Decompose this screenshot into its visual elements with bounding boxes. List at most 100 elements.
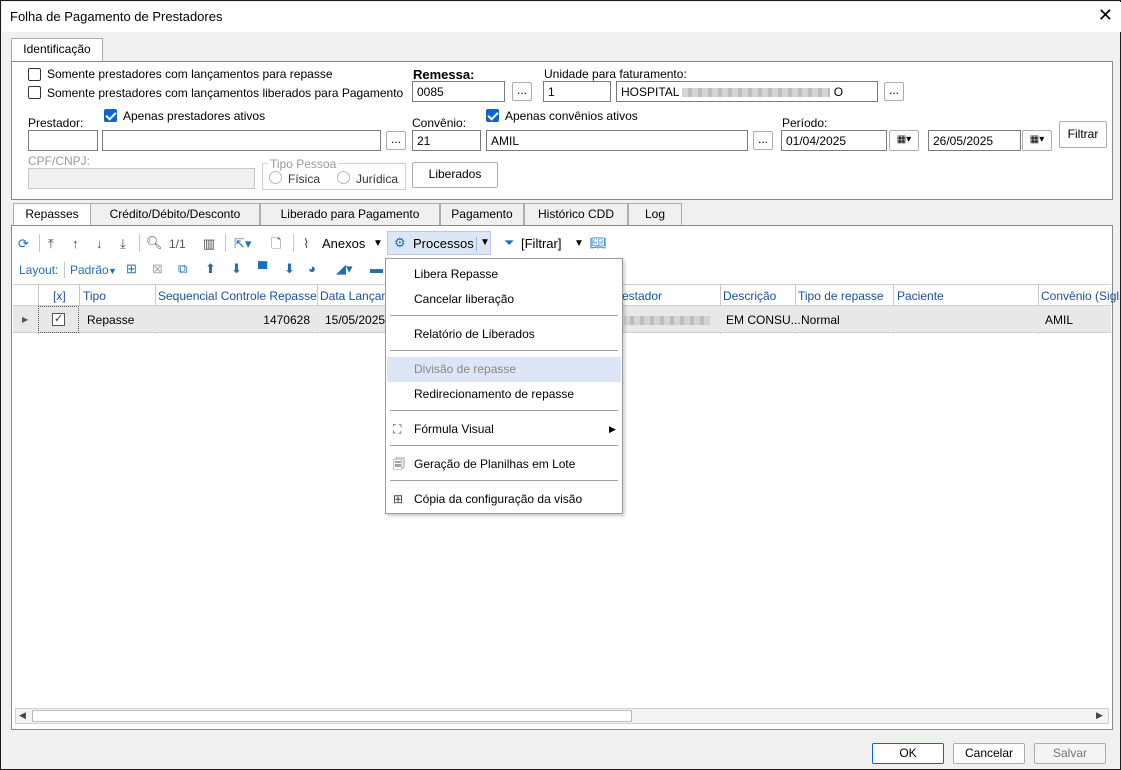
- scroll-left-icon[interactable]: ◀: [19, 710, 26, 721]
- book-icon[interactable]: 📖︎: [590, 235, 607, 251]
- edit-layout-icon[interactable]: ⧉: [178, 261, 187, 277]
- export-icon[interactable]: ⇱▾: [234, 236, 251, 252]
- remessa-input[interactable]: 0085: [412, 81, 505, 102]
- chevron-down-icon[interactable]: ▼: [476, 237, 490, 251]
- unidade-name-input[interactable]: HOSPITAL O: [616, 81, 878, 102]
- convenio-lookup-button[interactable]: ...: [753, 131, 773, 150]
- menu-item-copia-configuracao[interactable]: ⊞ Cópia da configuração da visão: [386, 487, 622, 512]
- menu-item-divisao-repasse[interactable]: Divisão de repasse: [387, 357, 621, 382]
- tab-log[interactable]: Log: [628, 203, 682, 225]
- document-icon[interactable]: 🗋: [271, 236, 281, 252]
- prestador-code-input[interactable]: [28, 130, 98, 151]
- close-icon[interactable]: ✕: [1098, 5, 1113, 25]
- row-checkbox[interactable]: ✓: [52, 313, 65, 326]
- layout-dropdown-icon[interactable]: ▼: [108, 263, 117, 279]
- juridica-radio[interactable]: [337, 171, 350, 184]
- toolbar-separator: [39, 234, 40, 252]
- col-header-select[interactable]: [x]: [53, 289, 66, 303]
- only-released-checkbox[interactable]: [28, 86, 41, 99]
- cell-tipo-repasse: Normal: [801, 313, 840, 327]
- tab-identificacao[interactable]: Identificação: [11, 38, 103, 62]
- prestador-label: Prestador:: [28, 116, 84, 130]
- chart-icon[interactable]: ◢▾: [336, 261, 353, 277]
- next-record-icon[interactable]: ↓: [96, 236, 103, 252]
- search-icon[interactable]: 🔍︎: [146, 235, 163, 251]
- col-header-tipo[interactable]: Tipo: [83, 289, 106, 303]
- convenio-name-input[interactable]: AMIL: [486, 130, 748, 151]
- menu-item-redirecionamento[interactable]: Redirecionamento de repasse: [386, 382, 622, 407]
- periodo-start-calendar-button[interactable]: ▦▾: [889, 130, 919, 151]
- only-with-entries-checkbox[interactable]: [28, 68, 41, 81]
- cancelar-button[interactable]: Cancelar: [953, 743, 1025, 764]
- tab-credito[interactable]: Crédito/Débito/Desconto: [90, 203, 260, 225]
- prestador-name-input[interactable]: [102, 130, 381, 151]
- tab-pagamento[interactable]: Pagamento: [440, 203, 524, 225]
- remessa-label: Remessa:: [413, 67, 475, 82]
- processos-button[interactable]: ⚙ Processos ▼: [387, 231, 491, 255]
- col-header-descricao[interactable]: Descrição: [723, 289, 776, 303]
- anexos-dropdown-icon[interactable]: ▼: [373, 236, 383, 252]
- tab-liberado[interactable]: Liberado para Pagamento: [260, 203, 440, 225]
- menu-separator: [390, 445, 618, 446]
- scroll-right-icon[interactable]: ▶: [1096, 710, 1103, 721]
- columns-icon[interactable]: ▥: [203, 236, 215, 252]
- unidade-lookup-button[interactable]: ...: [884, 82, 904, 101]
- redacted-text: [624, 316, 710, 326]
- horizontal-scrollbar[interactable]: ◀ ▶: [15, 708, 1109, 724]
- tab-repasses[interactable]: Repasses: [13, 203, 91, 227]
- layout-select[interactable]: Padrão: [70, 263, 109, 277]
- only-with-entries-label: Somente prestadores com lançamentos para…: [47, 67, 333, 81]
- menu-item-relatorio-liberados[interactable]: Relatório de Liberados: [386, 322, 622, 347]
- filtrar-button[interactable]: Filtrar: [1059, 121, 1107, 148]
- panel-icon[interactable]: ▬: [370, 261, 383, 277]
- refresh-icon[interactable]: ⟳: [18, 236, 29, 252]
- download-layout-icon[interactable]: ⬇: [231, 261, 242, 277]
- col-header-tipo-repasse[interactable]: Tipo de repasse: [798, 289, 884, 303]
- menu-item-libera-repasse[interactable]: Libera Repasse: [386, 262, 622, 287]
- processos-label: Processos: [413, 236, 474, 251]
- convenio-code-input[interactable]: 21: [412, 130, 481, 151]
- delete-layout-icon[interactable]: ⊠: [152, 261, 163, 277]
- menu-separator: [390, 410, 618, 411]
- periodo-start-input[interactable]: 01/04/2025: [781, 130, 887, 151]
- apenas-convenios-checkbox[interactable]: [486, 109, 499, 122]
- unidade-name-suffix: O: [833, 85, 844, 99]
- filtrar-toolbar-button[interactable]: [Filtrar]: [521, 236, 561, 252]
- add-layout-icon[interactable]: ⊞: [126, 261, 137, 277]
- unidade-code-input[interactable]: 1: [543, 81, 611, 102]
- cpf-input[interactable]: [28, 168, 255, 189]
- col-header-paciente[interactable]: Paciente: [897, 289, 944, 303]
- anexos-button[interactable]: Anexos: [322, 236, 365, 252]
- cell-sequencial: 1470628: [263, 313, 310, 327]
- menu-item-geracao-planilhas[interactable]: 🗐 Geração de Planilhas em Lote: [386, 452, 622, 477]
- last-record-icon[interactable]: ⤓: [120, 236, 126, 252]
- apenas-prestadores-checkbox[interactable]: [104, 109, 117, 122]
- previous-record-icon[interactable]: ↑: [72, 236, 79, 252]
- apenas-prestadores-label: Apenas prestadores ativos: [123, 109, 266, 123]
- tab-identificacao-label: Identificação: [23, 42, 91, 56]
- pin-icon[interactable]: ⬇: [284, 261, 295, 277]
- periodo-end-calendar-button[interactable]: ▦▾: [1022, 130, 1052, 151]
- liberados-button[interactable]: Liberados: [412, 162, 498, 188]
- col-header-sequencial[interactable]: Sequencial Controle Repasse: [158, 289, 317, 303]
- periodo-end-input[interactable]: 26/05/2025: [928, 130, 1021, 151]
- remessa-lookup-button[interactable]: ...: [512, 82, 532, 101]
- col-header-prestador[interactable]: estador: [622, 289, 662, 303]
- ok-button[interactable]: OK: [872, 743, 944, 764]
- menu-item-cancelar-liberacao[interactable]: Cancelar liberação: [386, 287, 622, 312]
- scrollbar-thumb[interactable]: [32, 710, 632, 722]
- prestador-lookup-button[interactable]: ...: [386, 131, 406, 150]
- salvar-button[interactable]: Salvar: [1034, 743, 1106, 764]
- upload-layout-icon[interactable]: ⬆: [205, 261, 216, 277]
- gear-icon: ⚙: [394, 235, 406, 250]
- col-header-convenio[interactable]: Convênio (Sigl: [1041, 289, 1119, 303]
- menu-item-formula-visual[interactable]: ⛶ Fórmula Visual ▶: [386, 417, 622, 442]
- color-icon[interactable]: ◕: [308, 261, 316, 277]
- window: Folha de Pagamento de Prestadores ✕ Iden…: [0, 0, 1121, 770]
- first-record-icon[interactable]: ⤒: [48, 236, 54, 252]
- paint-roller-icon[interactable]: ▀: [258, 261, 267, 277]
- tab-historico[interactable]: Histórico CDD: [524, 203, 628, 225]
- filtrar-dropdown-icon[interactable]: ▼: [574, 236, 584, 252]
- row-select-cell[interactable]: ✓: [38, 306, 79, 333]
- fisica-radio[interactable]: [269, 171, 282, 184]
